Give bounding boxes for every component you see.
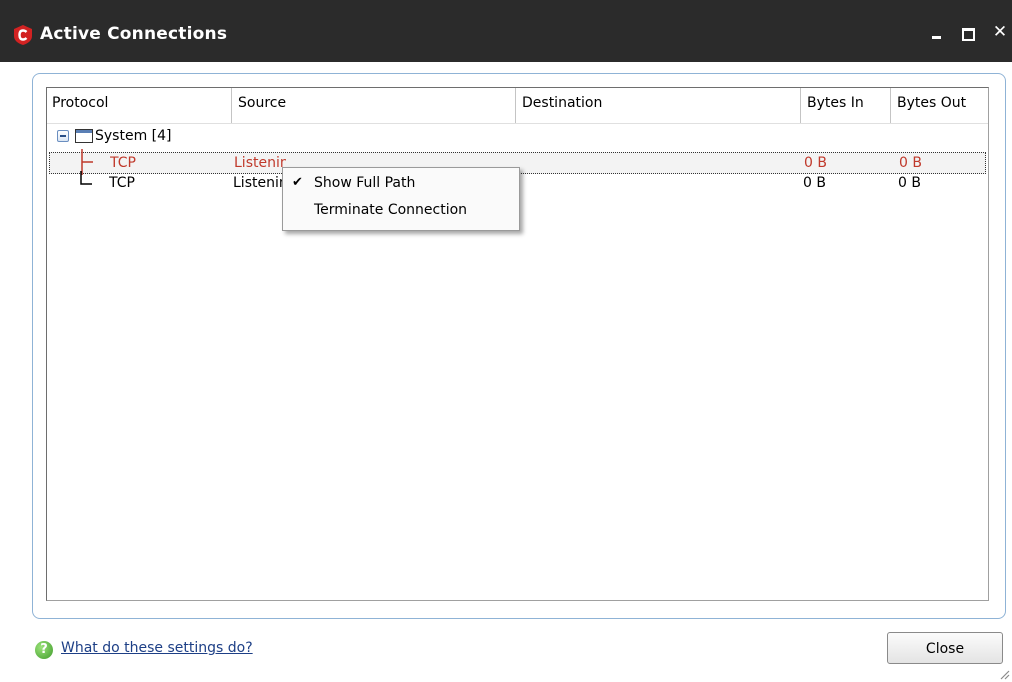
cell-source: Listening:445 xyxy=(234,155,286,171)
help-icon[interactable]: ? xyxy=(35,641,53,659)
group-label: System [4] xyxy=(95,128,172,144)
connections-table[interactable]: Protocol Source Destination Bytes In Byt… xyxy=(46,87,989,601)
maximize-icon xyxy=(961,28,975,41)
cell-protocol: TCP xyxy=(110,155,136,171)
menu-item-terminate-connection[interactable]: Terminate Connection xyxy=(283,197,519,223)
column-header-bytes-out[interactable]: Bytes Out xyxy=(890,88,987,123)
table-header: Protocol Source Destination Bytes In Byt… xyxy=(47,88,988,124)
cell-bytes-out: 0 B xyxy=(898,175,921,191)
checkmark-icon: ✔ xyxy=(292,175,303,190)
maximize-button[interactable] xyxy=(958,22,978,41)
comodo-logo-icon xyxy=(14,25,32,45)
tree-branch-icon xyxy=(80,171,92,185)
menu-item-label: Terminate Connection xyxy=(314,202,468,218)
cell-bytes-in: 0 B xyxy=(804,155,827,171)
close-window-button[interactable]: ✕ xyxy=(990,22,1010,42)
cell-source: Listening:139 xyxy=(233,175,285,191)
close-button[interactable]: Close xyxy=(887,632,1003,664)
minimize-icon xyxy=(931,36,941,39)
group-row-system[interactable]: System [4] xyxy=(47,127,988,147)
menu-item-show-full-path[interactable]: ✔ Show Full Path xyxy=(283,170,519,196)
column-header-source[interactable]: Source xyxy=(231,88,515,123)
cell-bytes-out: 0 B xyxy=(899,155,922,171)
title-bar: Active Connections ✕ xyxy=(0,0,1012,62)
menu-item-label: Show Full Path xyxy=(314,175,416,191)
help-link[interactable]: What do these settings do? xyxy=(61,640,253,656)
column-header-bytes-in[interactable]: Bytes In xyxy=(800,88,890,123)
resize-grip-icon[interactable] xyxy=(998,668,1010,680)
window-icon xyxy=(75,129,93,143)
window-title: Active Connections xyxy=(40,24,228,44)
column-header-protocol[interactable]: Protocol xyxy=(47,88,231,123)
collapse-icon[interactable] xyxy=(57,130,69,142)
minimize-button[interactable] xyxy=(926,28,946,39)
column-header-destination[interactable]: Destination xyxy=(515,88,800,123)
context-menu: ✔ Show Full Path Terminate Connection xyxy=(282,167,520,231)
cell-protocol: TCP xyxy=(109,175,135,191)
cell-bytes-in: 0 B xyxy=(803,175,826,191)
